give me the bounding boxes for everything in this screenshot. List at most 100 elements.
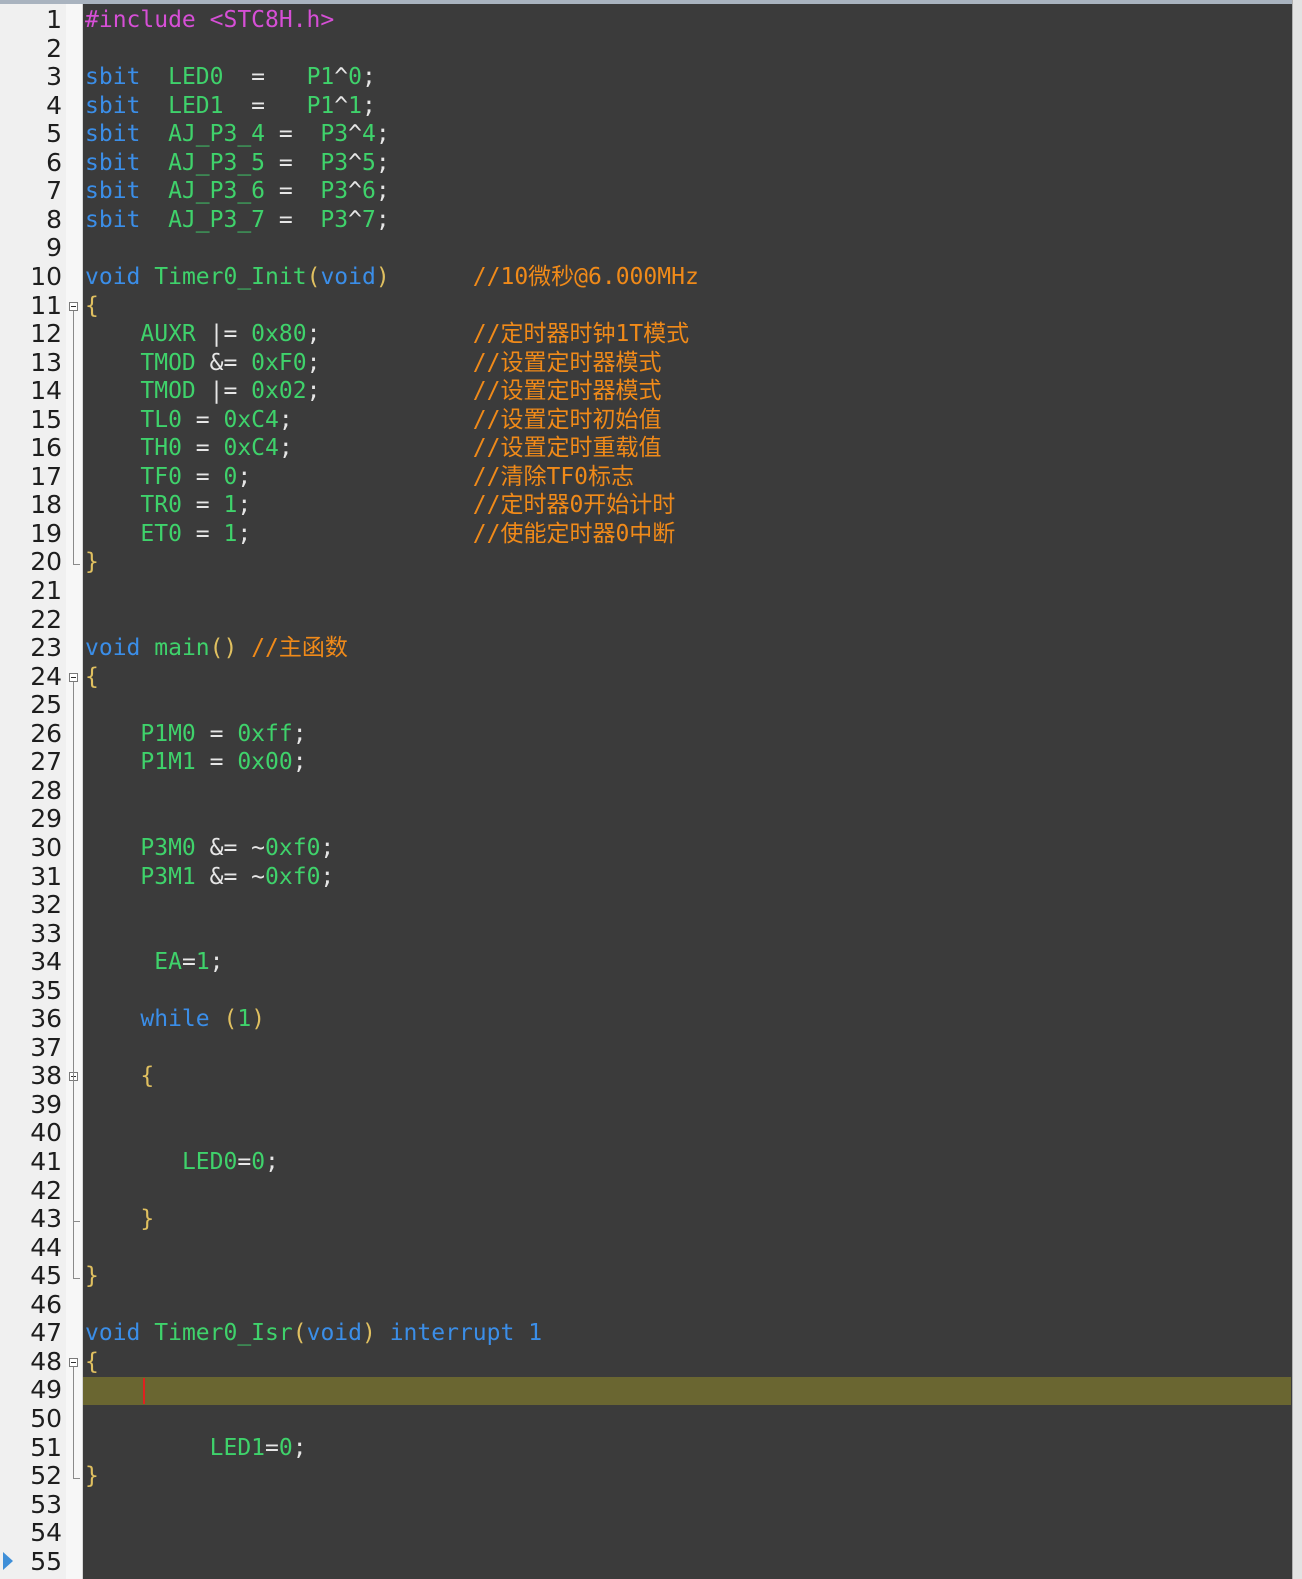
line-number[interactable]: 16 bbox=[0, 434, 62, 463]
line-number[interactable]: 6 bbox=[0, 148, 62, 178]
code-line[interactable]: TL0 = 0xC4; //设置定时初始值 bbox=[85, 406, 661, 435]
line-number[interactable]: 27 bbox=[0, 748, 62, 777]
line-number[interactable]: 40 bbox=[0, 1119, 62, 1148]
line-number[interactable]: 47 bbox=[0, 1319, 62, 1348]
fold-collapse-icon[interactable] bbox=[69, 672, 78, 682]
line-number[interactable]: 2 bbox=[0, 34, 62, 64]
code-line[interactable]: sbit AJ_P3_5 = P3^5; bbox=[85, 149, 390, 178]
line-number[interactable]: 50 bbox=[0, 1404, 62, 1434]
fold-collapse-icon[interactable] bbox=[69, 1357, 78, 1367]
code-line[interactable]: P1M0 = 0xff; bbox=[85, 720, 306, 749]
line-number[interactable]: 25 bbox=[0, 691, 62, 720]
line-number[interactable]: 31 bbox=[0, 862, 62, 892]
code-line[interactable]: } bbox=[85, 548, 99, 577]
line-number[interactable]: 4 bbox=[0, 91, 62, 121]
line-number[interactable]: 35 bbox=[0, 976, 62, 1006]
line-number[interactable]: 51 bbox=[0, 1433, 62, 1463]
vertical-scrollbar[interactable] bbox=[1292, 0, 1302, 1579]
code-line[interactable]: TMOD &= 0xF0; //设置定时器模式 bbox=[85, 349, 661, 378]
fold-collapse-icon[interactable] bbox=[69, 301, 78, 311]
line-number[interactable]: 7 bbox=[0, 177, 62, 206]
code-line[interactable]: sbit LED0 = P1^0; bbox=[85, 63, 376, 92]
line-number[interactable]: 24 bbox=[0, 662, 62, 692]
code-line[interactable]: sbit AJ_P3_7 = P3^7; bbox=[85, 206, 390, 235]
line-number[interactable]: 42 bbox=[0, 1176, 62, 1206]
code-line[interactable]: { bbox=[85, 292, 99, 321]
code-line[interactable]: sbit LED1 = P1^1; bbox=[85, 92, 376, 121]
line-number[interactable]: 5 bbox=[0, 120, 62, 149]
line-number[interactable]: 1 bbox=[0, 5, 62, 35]
fold-guide bbox=[73, 1081, 74, 1222]
code-line[interactable]: sbit AJ_P3_4 = P3^4; bbox=[85, 120, 390, 149]
code-line[interactable]: TR0 = 1; //定时器0开始计时 bbox=[85, 491, 675, 520]
line-number[interactable]: 46 bbox=[0, 1290, 62, 1320]
code-line[interactable]: LED0=0; bbox=[85, 1148, 279, 1177]
line-number[interactable]: 33 bbox=[0, 919, 62, 949]
line-number[interactable]: 45 bbox=[0, 1262, 62, 1291]
code-line[interactable]: } bbox=[85, 1205, 154, 1234]
code-line[interactable]: P3M0 &= ~0xf0; bbox=[85, 834, 334, 863]
code-line[interactable]: P1M1 = 0x00; bbox=[85, 748, 306, 777]
code-line[interactable]: { bbox=[85, 1348, 99, 1377]
line-number[interactable]: 30 bbox=[0, 833, 62, 863]
line-number[interactable]: 13 bbox=[0, 348, 62, 378]
line-number[interactable]: 10 bbox=[0, 262, 62, 292]
line-number[interactable]: 52 bbox=[0, 1461, 62, 1491]
line-number[interactable]: 15 bbox=[0, 405, 62, 435]
line-number[interactable]: 37 bbox=[0, 1033, 62, 1063]
fold-margin[interactable] bbox=[66, 4, 83, 1579]
line-number[interactable]: 28 bbox=[0, 776, 62, 806]
line-number[interactable]: 39 bbox=[0, 1090, 62, 1120]
code-line[interactable]: { bbox=[85, 1062, 154, 1091]
fold-guide bbox=[73, 1366, 74, 1479]
code-line[interactable]: } bbox=[85, 1462, 99, 1491]
line-number[interactable]: 12 bbox=[0, 319, 62, 349]
line-number[interactable]: 21 bbox=[0, 576, 62, 606]
code-line[interactable]: void main() //主函数 bbox=[85, 634, 348, 663]
line-number[interactable]: 54 bbox=[0, 1519, 62, 1548]
line-number[interactable]: 11 bbox=[0, 291, 62, 321]
line-number[interactable]: 9 bbox=[0, 234, 62, 263]
line-number[interactable]: 41 bbox=[0, 1147, 62, 1177]
line-number[interactable]: 53 bbox=[0, 1490, 62, 1520]
fold-guide-end bbox=[73, 1278, 80, 1280]
line-number[interactable]: 17 bbox=[0, 462, 62, 492]
editor-top-border bbox=[0, 0, 1302, 4]
code-line[interactable]: void Timer0_Init(void) //10微秒@6.000MHz bbox=[85, 263, 699, 292]
line-number[interactable]: 32 bbox=[0, 890, 62, 920]
line-number[interactable]: 23 bbox=[0, 634, 62, 663]
code-line[interactable]: ET0 = 1; //使能定时器0中断 bbox=[85, 520, 675, 549]
code-line[interactable]: #include <STC8H.h> bbox=[85, 6, 334, 35]
line-number[interactable]: 49 bbox=[0, 1376, 62, 1405]
code-line[interactable]: EA=1; bbox=[85, 948, 223, 977]
line-number[interactable]: 43 bbox=[0, 1205, 62, 1234]
execution-arrow-icon bbox=[3, 1551, 13, 1570]
code-editor[interactable]: 1 #include <STC8H.h> 2 3 sbit LED0 = P1^0; 4 s… bbox=[0, 0, 1302, 1579]
line-number[interactable]: 44 bbox=[0, 1233, 62, 1263]
code-line[interactable]: TH0 = 0xC4; //设置定时重载值 bbox=[85, 434, 661, 463]
code-line[interactable]: TMOD |= 0x02; //设置定时器模式 bbox=[85, 377, 661, 406]
line-number[interactable]: 36 bbox=[0, 1005, 62, 1034]
line-number[interactable]: 8 bbox=[0, 205, 62, 235]
line-number[interactable]: 26 bbox=[0, 719, 62, 749]
line-number[interactable]: 3 bbox=[0, 63, 62, 92]
line-number[interactable]: 29 bbox=[0, 805, 62, 834]
line-number[interactable]: 22 bbox=[0, 605, 62, 635]
line-number[interactable]: 34 bbox=[0, 948, 62, 977]
fold-guide-end bbox=[73, 1221, 80, 1223]
code-line[interactable]: while (1) bbox=[85, 1005, 265, 1034]
code-line[interactable]: } bbox=[85, 1262, 99, 1291]
code-line[interactable]: sbit AJ_P3_6 = P3^6; bbox=[85, 177, 390, 206]
line-number[interactable]: 18 bbox=[0, 491, 62, 520]
code-line[interactable]: void Timer0_Isr(void) interrupt 1 bbox=[85, 1319, 542, 1348]
code-line[interactable]: AUXR |= 0x80; //定时器时钟1T模式 bbox=[85, 320, 689, 349]
line-number[interactable]: 48 bbox=[0, 1347, 62, 1377]
code-line[interactable]: P3M1 &= ~0xf0; bbox=[85, 863, 334, 892]
code-line[interactable]: LED1=0; bbox=[85, 1434, 307, 1463]
line-number[interactable]: 38 bbox=[0, 1062, 62, 1091]
code-line[interactable]: { bbox=[85, 663, 99, 692]
code-line[interactable]: TF0 = 0; //清除TF0标志 bbox=[85, 463, 634, 492]
line-number[interactable]: 19 bbox=[0, 519, 62, 549]
line-number[interactable]: 20 bbox=[0, 548, 62, 577]
line-number[interactable]: 14 bbox=[0, 377, 62, 406]
